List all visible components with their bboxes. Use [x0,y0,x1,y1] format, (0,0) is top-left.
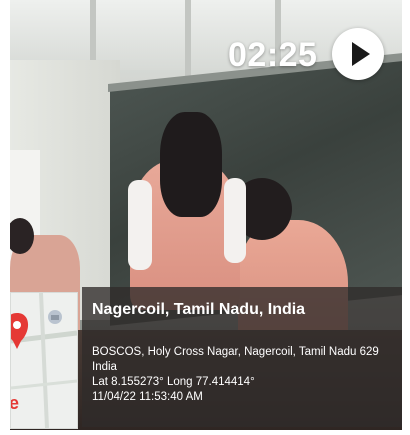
video-timer: 02:25 [228,36,318,74]
geotag-address: BOSCOS, Holy Cross Nagar, Nagercoil, Tam… [92,346,379,358]
geotag-country: India [92,361,117,373]
play-icon [352,42,370,66]
map-label: e [10,393,20,413]
video-scene-beam [185,0,191,80]
geotag-datetime: 11/04/22 11:53:40 AM [92,391,203,403]
video-scene-sleeve [224,178,246,263]
video-scene-person-head [160,112,222,217]
geotag-details: BOSCOS, Holy Cross Nagar, Nagercoil, Tam… [92,345,379,405]
geotag-panel: Nagercoil, Tamil Nadu, India BOSCOS, Hol… [82,287,402,427]
map-roads [11,293,77,428]
geotag-title: Nagercoil, Tamil Nadu, India [92,301,306,318]
play-button[interactable] [332,28,384,80]
video-scene-sleeve [128,180,152,270]
screenshot-frame: 02:25 e Nagercoil, Tamil Nadu, India BOS… [0,0,410,435]
geotag-coordinates: Lat 8.155273° Long 77.414414° [92,376,255,388]
map-thumbnail[interactable]: e [10,292,78,429]
